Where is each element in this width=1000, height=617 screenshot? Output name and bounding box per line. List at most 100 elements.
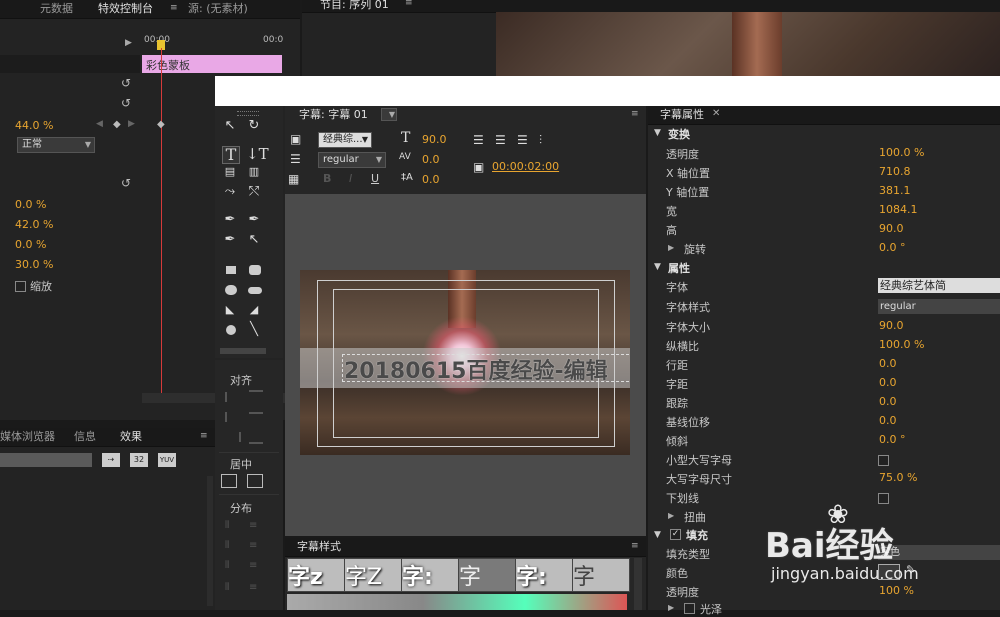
- section-arrow-icon[interactable]: ▼: [654, 262, 661, 272]
- effects-search-input[interactable]: [0, 453, 92, 467]
- vertical-path-type-tool-icon[interactable]: ⤲: [246, 184, 262, 200]
- align-top-icon[interactable]: [249, 390, 263, 402]
- expand-arrow-icon[interactable]: ▶: [668, 603, 674, 612]
- effect-value[interactable]: 30.0 %: [15, 258, 53, 271]
- center-vertical-icon[interactable]: [247, 474, 263, 488]
- title-text[interactable]: 20180615百度经验-编辑: [344, 353, 608, 385]
- width-value[interactable]: 1084.1: [879, 203, 918, 216]
- 32bit-effects-button[interactable]: 32: [130, 453, 148, 467]
- rounded-rect-tool-icon[interactable]: [249, 265, 261, 275]
- style-swatch[interactable]: 字: [458, 558, 516, 592]
- align-bottom-icon[interactable]: [249, 432, 263, 444]
- add-anchor-tool-icon[interactable]: ✒: [222, 232, 238, 248]
- bold-button[interactable]: B: [323, 172, 331, 185]
- expand-arrow-icon[interactable]: ▶: [668, 511, 674, 520]
- align-left-icon[interactable]: [225, 392, 241, 402]
- reset-icon[interactable]: ↺: [121, 96, 131, 110]
- vertical-area-type-tool-icon[interactable]: ▥: [246, 164, 262, 180]
- line-tool-icon[interactable]: ╲: [246, 322, 262, 338]
- y-position-value[interactable]: 381.1: [879, 184, 911, 197]
- rectangle-tool-icon[interactable]: [226, 266, 236, 274]
- ellipse-tool-icon[interactable]: [226, 325, 236, 335]
- panel-menu-icon[interactable]: ≡: [200, 431, 208, 441]
- font-family-dropdown[interactable]: 经典综... ▼: [318, 132, 372, 148]
- leading-value[interactable]: 0.0: [422, 173, 440, 186]
- x-position-value[interactable]: 710.8: [879, 165, 911, 178]
- small-caps-checkbox[interactable]: [878, 455, 889, 466]
- rotation-tool-icon[interactable]: ↻: [246, 118, 262, 134]
- reset-icon[interactable]: ↺: [121, 176, 131, 190]
- tab-effect-controls[interactable]: 特效控制台: [94, 0, 157, 18]
- area-type-tool-icon[interactable]: ▤: [222, 164, 238, 180]
- effect-value[interactable]: 0.0 %: [15, 198, 46, 211]
- keyframe-marker-icon[interactable]: ◆: [157, 119, 165, 130]
- font-size-value[interactable]: 90.0: [879, 319, 904, 332]
- panel-menu-icon[interactable]: ≡: [631, 541, 639, 551]
- expand-arrow-icon[interactable]: ▶: [668, 243, 674, 252]
- distribute-middle-icon[interactable]: ≡: [249, 540, 257, 551]
- fill-checkbox[interactable]: ✓: [670, 529, 681, 540]
- convert-anchor-tool-icon[interactable]: ↖: [246, 232, 262, 248]
- distribute-bottom-icon[interactable]: ≡: [249, 560, 257, 571]
- tab-title[interactable]: 字幕: 字幕 01: [295, 106, 372, 124]
- italic-button[interactable]: I: [349, 172, 352, 185]
- distribute-v-icon[interactable]: ≡: [249, 582, 257, 593]
- reset-icon[interactable]: ↺: [121, 76, 131, 90]
- style-swatch[interactable]: 字:: [401, 558, 459, 592]
- align-left-text-icon[interactable]: ☰: [473, 133, 484, 147]
- titler-video-frame[interactable]: 20180615百度经验-编辑: [300, 270, 630, 455]
- type-tool-icon[interactable]: T: [222, 146, 240, 164]
- height-value[interactable]: 90.0: [879, 222, 904, 235]
- panel-menu-icon[interactable]: ≡: [170, 3, 178, 13]
- tab-title-styles[interactable]: 字幕样式: [293, 538, 345, 556]
- wedge-tool-icon[interactable]: ◣: [222, 302, 238, 318]
- distribute-right-icon[interactable]: ⫴: [225, 560, 229, 571]
- selection-tool-icon[interactable]: ↖: [222, 118, 238, 134]
- tracking-value[interactable]: 0.0: [879, 395, 897, 408]
- rounded-corner-rect-tool-icon[interactable]: [248, 287, 262, 294]
- panel-menu-icon[interactable]: ≡: [631, 109, 639, 119]
- delete-anchor-tool-icon[interactable]: ✒: [246, 212, 262, 228]
- path-type-tool-icon[interactable]: ⤳: [222, 184, 238, 200]
- blend-mode-dropdown[interactable]: 正常 ▼: [17, 137, 95, 153]
- tab-title-properties[interactable]: 字幕属性: [656, 106, 708, 124]
- arc-tool-icon[interactable]: ◢: [246, 302, 262, 318]
- effects-scrollbar[interactable]: [207, 476, 213, 606]
- tab-effects[interactable]: 效果: [116, 428, 146, 446]
- align-middle-icon[interactable]: [249, 412, 263, 424]
- baseline-value[interactable]: 0.0: [879, 414, 897, 427]
- tab-media-browser[interactable]: 媒体浏览器: [0, 428, 59, 446]
- scale-checkbox[interactable]: [15, 281, 26, 292]
- leading-value[interactable]: 0.0: [879, 357, 897, 370]
- font-style-field[interactable]: regular: [878, 299, 1000, 314]
- roll-crawl-icon[interactable]: ☰: [290, 152, 301, 166]
- style-swatch[interactable]: 字Z: [344, 558, 402, 592]
- accelerated-effects-button[interactable]: ⇢: [102, 453, 120, 467]
- effect-value[interactable]: 42.0 %: [15, 218, 53, 231]
- align-right-icon[interactable]: [225, 432, 241, 442]
- keyframe-nav-icon[interactable]: ▶: [128, 119, 135, 129]
- opacity-value[interactable]: 44.0 %: [15, 119, 53, 132]
- background-timecode[interactable]: 00:00:02:00: [492, 160, 559, 173]
- tracking-value[interactable]: 0.0: [422, 153, 440, 166]
- distribute-center-icon[interactable]: ⫴: [225, 540, 229, 551]
- style-swatch[interactable]: 字z: [287, 558, 345, 592]
- align-right-text-icon[interactable]: ☰: [517, 133, 528, 147]
- title-select-dropdown[interactable]: ▼: [381, 108, 397, 121]
- distribute-left-icon[interactable]: ⫴: [225, 520, 229, 531]
- effect-value[interactable]: 0.0 %: [15, 238, 46, 251]
- collapse-arrow-icon[interactable]: ▶: [125, 38, 132, 48]
- sheen-checkbox[interactable]: [684, 603, 695, 614]
- kerning-value[interactable]: 0.0: [879, 376, 897, 389]
- panel-menu-icon[interactable]: ≡: [405, 0, 413, 8]
- tab-program[interactable]: 节目: 序列 01: [316, 0, 393, 14]
- clipped-rect-tool-icon[interactable]: [225, 285, 237, 295]
- distribute-top-icon[interactable]: ≡: [249, 520, 257, 531]
- underline-button[interactable]: U: [371, 172, 379, 185]
- font-style-dropdown[interactable]: regular ▼: [318, 152, 386, 168]
- new-title-icon[interactable]: ▣: [290, 132, 301, 146]
- keyframe-nav-icon[interactable]: ◀: [96, 119, 103, 129]
- tab-stops-icon[interactable]: ⫶: [539, 133, 542, 148]
- style-swatch[interactable]: 字: [572, 558, 630, 592]
- center-horizontal-icon[interactable]: [221, 474, 237, 488]
